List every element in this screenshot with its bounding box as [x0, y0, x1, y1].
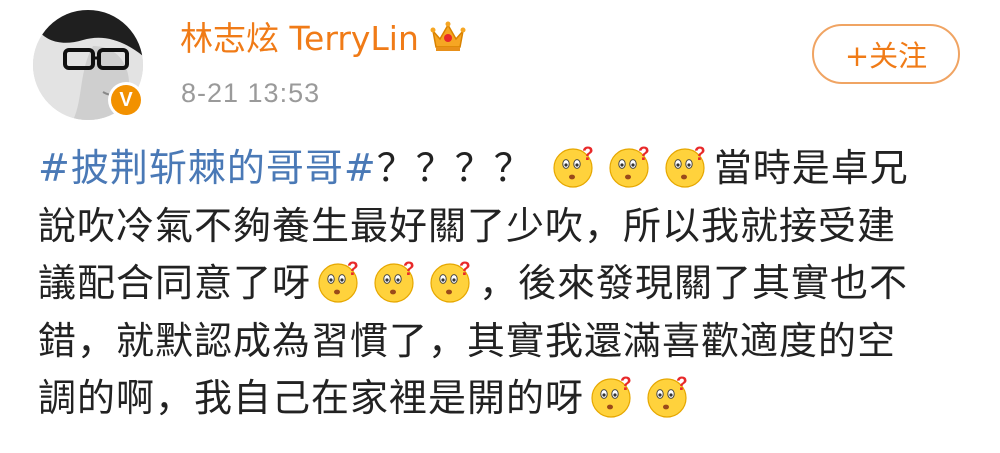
confused-face-emoji-icon: [589, 373, 635, 419]
hashtag-link[interactable]: #披荆斩棘的哥哥#: [38, 146, 377, 190]
confused-face-emoji-icon: [551, 143, 597, 189]
confused-face-emoji-icon: [372, 258, 418, 304]
confused-face-emoji-icon: [607, 143, 653, 189]
post-text: 說吹冷氣不夠養生最好關了少吹，所以我就接受建: [38, 203, 897, 248]
verified-badge: V: [108, 82, 144, 118]
post-text: 當時是卓兄: [713, 146, 909, 190]
crown-icon: [430, 21, 466, 51]
verified-v-icon: V: [111, 85, 141, 115]
confused-face-emoji-icon: [428, 258, 474, 304]
confused-face-emoji-icon: [663, 143, 709, 189]
post-text: 議配合同意了呀: [38, 261, 312, 305]
post-text: ，後來發現關了其實也不: [479, 261, 909, 305]
follow-button[interactable]: +关注: [812, 24, 960, 84]
post-content: #披荆斩棘的哥哥#？？？？ 當時是卓兄 說吹冷氣不夠養生最好關了少吹，所以我就接…: [38, 140, 973, 428]
post-text: 調的啊，我自己在家裡是開的呀: [38, 376, 585, 420]
post-text: 錯，就默認成為習慣了，其實我還滿喜歡適度的空: [38, 318, 897, 363]
username[interactable]: 林志炫 TerryLin: [180, 12, 467, 60]
confused-face-emoji-icon: [316, 258, 362, 304]
post-text: ？？？？: [376, 146, 533, 190]
username-text[interactable]: 林志炫 TerryLin: [180, 12, 419, 60]
post-timestamp[interactable]: 8-21 13:53: [181, 78, 320, 109]
confused-face-emoji-icon: [645, 373, 691, 419]
